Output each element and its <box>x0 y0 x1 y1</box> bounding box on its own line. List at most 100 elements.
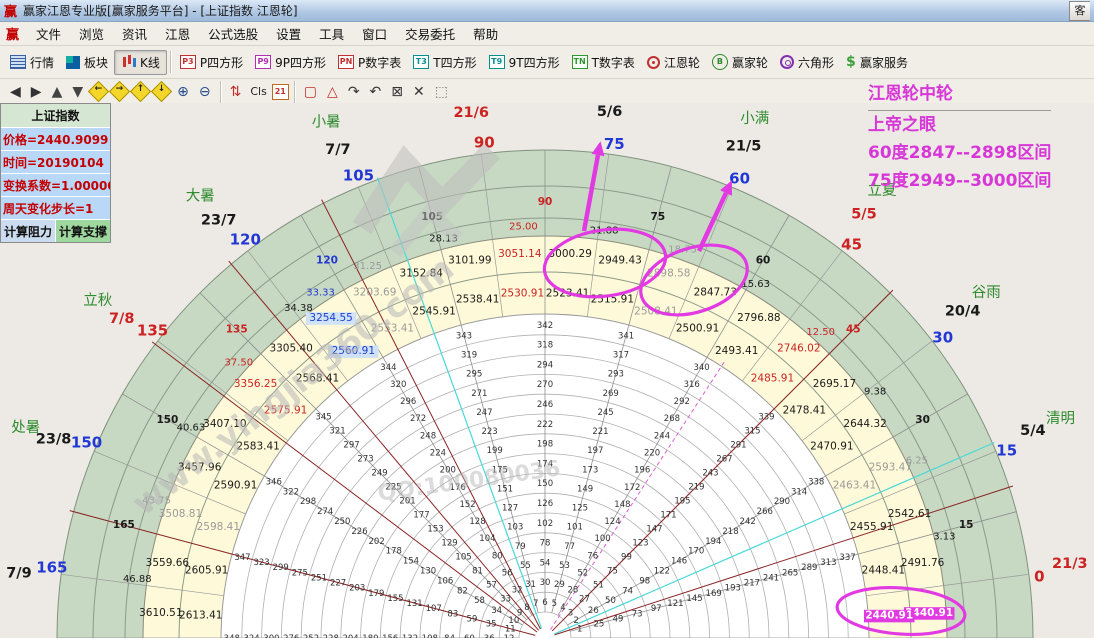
gann-wheel-canvas[interactable]: 1234567891011122526272829303132333435364… <box>0 103 1094 638</box>
zoom-in-icon[interactable]: ⊕ <box>173 82 193 102</box>
svg-text:2613.41: 2613.41 <box>179 609 222 621</box>
gann-wheel-icon <box>647 56 660 69</box>
svg-text:150: 150 <box>71 433 102 451</box>
svg-text:2500.91: 2500.91 <box>676 323 719 335</box>
menu-item-7[interactable]: 窗口 <box>353 22 396 45</box>
toolbar-label: K线 <box>140 54 160 71</box>
svg-text:107: 107 <box>426 604 442 614</box>
menu-item-8[interactable]: 交易委托 <box>396 22 464 45</box>
diamond-up-icon[interactable]: ↑ <box>130 81 151 102</box>
toolbar-button-六角形[interactable]: 六角形 <box>774 51 840 74</box>
svg-text:170: 170 <box>688 547 704 557</box>
svg-text:100: 100 <box>594 534 610 544</box>
menu-item-9[interactable]: 帮助 <box>464 22 507 45</box>
svg-text:251: 251 <box>311 573 327 583</box>
svg-text:269: 269 <box>603 389 619 399</box>
svg-text:2440.91: 2440.91 <box>865 609 913 621</box>
svg-text:76: 76 <box>587 551 598 561</box>
svg-text:323: 323 <box>253 558 269 568</box>
price-scale-icon[interactable]: ⇅ <box>226 82 246 102</box>
panel-row-0: 价格=2440.9099 <box>1 128 110 151</box>
menu-item-0[interactable]: 文件 <box>27 22 70 45</box>
svg-text:343: 343 <box>456 331 472 341</box>
menu-item-2[interactable]: 资讯 <box>113 22 156 45</box>
svg-text:121: 121 <box>667 599 683 609</box>
toolbar-button-P数字表[interactable]: PNP数字表 <box>332 51 407 74</box>
svg-text:51: 51 <box>593 581 604 591</box>
tn-badge-icon: TN <box>572 55 588 69</box>
calendar-icon[interactable]: 21 <box>272 84 289 100</box>
zoom-out-icon[interactable]: ⊖ <box>195 82 215 102</box>
draw-triangle-icon[interactable]: △ <box>323 82 342 102</box>
shrink-icon[interactable]: ✕ <box>409 82 429 102</box>
svg-text:249: 249 <box>371 469 387 479</box>
toolbar-label: 9P四方形 <box>275 54 326 71</box>
menu-item-4[interactable]: 公式选股 <box>199 22 267 45</box>
toolbar-button-T数字表[interactable]: TNT数字表 <box>566 51 641 74</box>
svg-text:315: 315 <box>744 427 760 437</box>
svg-text:293: 293 <box>608 370 624 380</box>
svg-text:177: 177 <box>413 511 429 521</box>
svg-text:30: 30 <box>540 578 551 588</box>
expand-icon[interactable]: ⊠ <box>387 82 407 102</box>
svg-text:2796.88: 2796.88 <box>737 312 780 324</box>
svg-text:339: 339 <box>758 413 774 423</box>
diamond-down-icon[interactable]: ↓ <box>151 81 172 102</box>
toolbar-button-K线[interactable]: K线 <box>114 50 167 75</box>
svg-text:30: 30 <box>932 328 953 346</box>
draw-rect-icon[interactable]: ▢ <box>300 82 321 102</box>
svg-text:49: 49 <box>613 614 624 624</box>
toolbar-button-行情[interactable]: 行情 <box>4 51 60 74</box>
svg-text:26: 26 <box>588 606 599 616</box>
svg-text:204: 204 <box>342 634 358 638</box>
svg-text:36: 36 <box>484 634 495 638</box>
svg-text:5/4: 5/4 <box>1020 423 1045 439</box>
svg-text:346: 346 <box>266 477 282 487</box>
nav-down-icon[interactable]: ▼ <box>68 82 87 102</box>
customer-service-tab[interactable]: 客 <box>1069 1 1090 21</box>
svg-text:81: 81 <box>472 567 483 577</box>
toolbar-button-江恩轮[interactable]: 江恩轮 <box>641 51 706 74</box>
svg-text:154: 154 <box>403 557 419 567</box>
svg-text:97: 97 <box>651 604 662 614</box>
svg-text:290: 290 <box>774 497 790 507</box>
svg-text:274: 274 <box>317 507 333 517</box>
calc-support-button[interactable]: 计算支撑 <box>56 220 110 242</box>
gann-wheel[interactable]: 1234567891011122526272829303132333435364… <box>0 103 1094 638</box>
toolbar-button-9T四方形[interactable]: T99T四方形 <box>483 51 566 74</box>
svg-text:27: 27 <box>579 595 590 605</box>
svg-text:57: 57 <box>486 581 497 591</box>
nav-left-icon[interactable]: ◀ <box>6 82 25 102</box>
svg-text:33.33: 33.33 <box>306 287 335 298</box>
toolbar-button-赢家轮[interactable]: B赢家轮 <box>706 51 774 74</box>
toolbar-label: 江恩轮 <box>664 54 700 71</box>
toolbar-button-板块[interactable]: 板块 <box>60 51 114 74</box>
menu-item-3[interactable]: 江恩 <box>156 22 199 45</box>
toolbar-button-赢家服务[interactable]: $赢家服务 <box>840 51 914 74</box>
rotate-ccw-icon[interactable]: ↶ <box>366 82 386 102</box>
toolbar-button-9P四方形[interactable]: P99P四方形 <box>249 51 332 74</box>
diamond-left-icon[interactable]: ← <box>88 81 109 102</box>
toolbar-button-T四方形[interactable]: T3T四方形 <box>407 51 482 74</box>
toolbar-button-P四方形[interactable]: P3P四方形 <box>174 51 249 74</box>
menu-item-6[interactable]: 工具 <box>310 22 353 45</box>
diamond-right-icon[interactable]: → <box>109 81 130 102</box>
calc-resistance-button[interactable]: 计算阻力 <box>1 220 56 242</box>
menu-item-5[interactable]: 设置 <box>267 22 310 45</box>
svg-text:108: 108 <box>422 634 438 638</box>
grid-icon <box>10 55 26 69</box>
svg-text:2491.76: 2491.76 <box>901 557 945 569</box>
svg-text:53: 53 <box>559 561 570 571</box>
nav-right-icon[interactable]: ▶ <box>27 82 46 102</box>
toolbar-label: T四方形 <box>433 54 476 71</box>
nav-up-icon[interactable]: ▲ <box>48 82 67 102</box>
rotate-cw-icon[interactable]: ↷ <box>344 82 364 102</box>
svg-text:2: 2 <box>573 616 578 626</box>
cls-icon[interactable]: Cls <box>247 84 269 99</box>
svg-text:221: 221 <box>592 427 608 437</box>
toolbar-label: 行情 <box>30 54 54 71</box>
svg-text:299: 299 <box>273 563 289 573</box>
selection-icon[interactable]: ⬚ <box>431 82 452 102</box>
menu-item-1[interactable]: 浏览 <box>70 22 113 45</box>
svg-text:2448.41: 2448.41 <box>862 565 905 577</box>
